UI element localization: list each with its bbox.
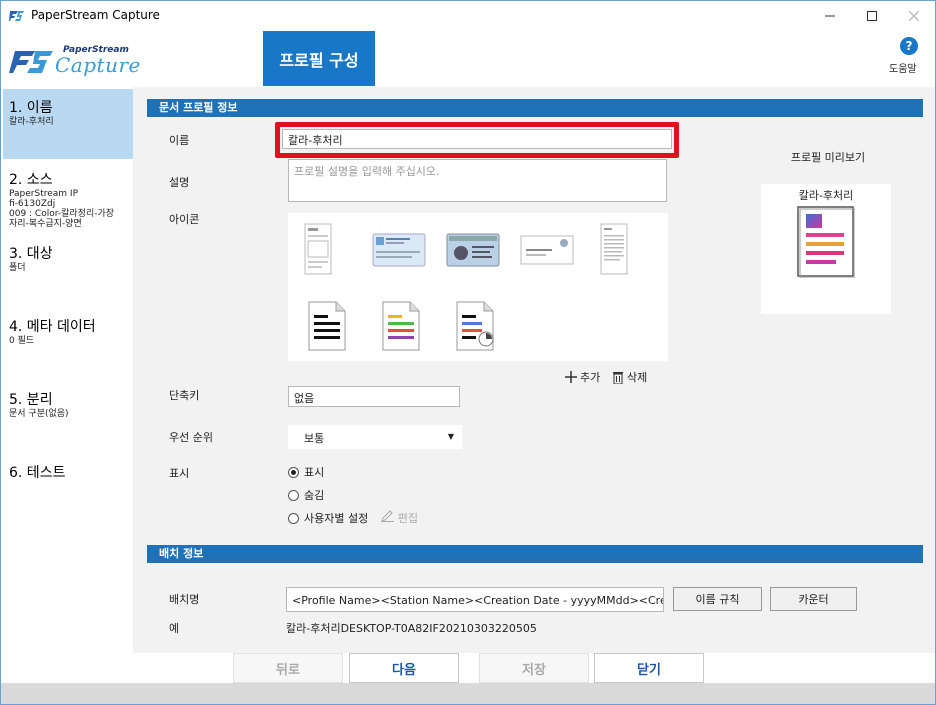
back-button[interactable]: 뒤로 bbox=[233, 653, 343, 683]
insurance-card-icon[interactable] bbox=[372, 233, 426, 267]
sidebar-item-name[interactable]: 1. 이름 칼라-후처리 bbox=[3, 89, 133, 159]
sidebar-item-source[interactable]: 2. 소스 PaperStream IP fi-6130Zdj 009 : Co… bbox=[3, 161, 133, 237]
sidebar-item-test[interactable]: 6. 테스트 bbox=[3, 454, 133, 490]
close-button[interactable]: 닫기 bbox=[594, 653, 704, 683]
sidebar-item-title: 4. 메타 데이터 bbox=[9, 319, 96, 335]
maximize-button[interactable] bbox=[849, 1, 895, 31]
priority-select[interactable]: 보통 ▼ bbox=[288, 425, 462, 449]
description-input[interactable]: 프로필 설명을 입력해 주십시오. bbox=[288, 159, 667, 202]
letter-doc-icon[interactable] bbox=[600, 223, 628, 275]
example-value: 칼라-후처리DESKTOP-T0A82IF20210303220505 bbox=[286, 622, 537, 635]
radio-show[interactable] bbox=[288, 466, 299, 478]
plus-icon bbox=[565, 371, 577, 383]
display-option-show[interactable]: 표시 bbox=[288, 464, 324, 480]
delete-label: 삭제 bbox=[627, 371, 648, 384]
title-bar: PaperStream Capture bbox=[1, 1, 935, 31]
save-button[interactable]: 저장 bbox=[479, 653, 589, 683]
auto-color-document-icon[interactable] bbox=[456, 301, 496, 351]
doc-profile-section-title: 문서 프로필 정보 bbox=[147, 99, 923, 117]
app-window: PaperStream Capture PaperStream Capture … bbox=[0, 0, 936, 705]
sidebar-item-title: 6. 테스트 bbox=[9, 465, 66, 481]
maximize-icon bbox=[867, 11, 877, 21]
app-logo-icon bbox=[9, 11, 24, 21]
sidebar-item-title: 1. 이름 bbox=[9, 100, 53, 116]
sidebar-item-separation[interactable]: 5. 분리 문서 구분(없음) bbox=[3, 381, 133, 427]
radio-hide[interactable] bbox=[288, 489, 299, 501]
sidebar-item-metadata[interactable]: 4. 메타 데이터 0 필드 bbox=[3, 308, 133, 354]
color-document-icon[interactable] bbox=[382, 301, 420, 351]
sidebar-item-sub: PaperStream IP fi-6130Zdj 009 : Color-칼라… bbox=[9, 189, 115, 229]
minimize-button[interactable] bbox=[807, 1, 853, 31]
id-card-icon[interactable] bbox=[446, 233, 500, 267]
close-icon bbox=[909, 11, 919, 21]
next-button[interactable]: 다음 bbox=[349, 653, 459, 683]
sidebar: 1. 이름 칼라-후처리 2. 소스 PaperStream IP fi-613… bbox=[1, 87, 133, 683]
name-label: 이름 bbox=[169, 134, 190, 147]
radio-label: 숨김 bbox=[304, 489, 325, 502]
invoice-doc-icon[interactable] bbox=[304, 223, 332, 275]
tab-profile-config[interactable]: 프로필 구성 bbox=[263, 31, 375, 86]
sidebar-item-destination[interactable]: 3. 대상 폴더 bbox=[3, 235, 133, 281]
radio-label: 사용자별 설정 bbox=[304, 512, 369, 525]
footer: 뒤로 다음 저장 닫기 bbox=[1, 653, 935, 683]
add-icon-button[interactable]: 추가 bbox=[565, 369, 600, 385]
icon-panel bbox=[288, 213, 668, 361]
close-window-button[interactable] bbox=[891, 1, 936, 31]
sidebar-item-title: 3. 대상 bbox=[9, 246, 53, 262]
paperstream-capture-logo: PaperStream Capture bbox=[9, 43, 154, 83]
pencil-icon bbox=[381, 510, 395, 522]
sidebar-item-title: 2. 소스 bbox=[9, 172, 53, 188]
radio-label: 표시 bbox=[304, 466, 325, 479]
preview-name: 칼라-후처리 bbox=[798, 189, 854, 202]
logo-text-bottom: Capture bbox=[55, 53, 141, 77]
shortcut-label: 단축키 bbox=[169, 389, 200, 402]
radio-per-user[interactable] bbox=[288, 512, 299, 524]
help-label: 도움말 bbox=[889, 64, 917, 75]
sidebar-item-sub: 0 필드 bbox=[9, 336, 35, 346]
business-card-icon[interactable] bbox=[520, 235, 574, 265]
profile-preview: 칼라-후처리 bbox=[761, 184, 891, 314]
display-option-per-user[interactable]: 사용자별 설정 편집 bbox=[288, 510, 418, 526]
delete-icon-button[interactable]: 삭제 bbox=[612, 369, 647, 385]
add-label: 추가 bbox=[580, 371, 601, 384]
priority-value: 보통 bbox=[304, 432, 325, 445]
status-bar bbox=[1, 683, 935, 704]
edit-button[interactable]: 편집 bbox=[381, 510, 418, 526]
preview-document-icon bbox=[797, 206, 855, 278]
icon-label: 아이콘 bbox=[169, 213, 200, 226]
main-panel: 문서 프로필 정보 이름 칼라-후처리 설명 프로필 설명을 입력해 주십시오.… bbox=[133, 87, 935, 653]
help-icon: ? bbox=[900, 37, 918, 55]
sidebar-item-title: 5. 분리 bbox=[9, 392, 53, 408]
shortcut-input[interactable]: 없음 bbox=[288, 386, 460, 407]
batch-name-label: 배치명 bbox=[169, 593, 200, 606]
description-label: 설명 bbox=[169, 176, 190, 189]
logo-mark-icon bbox=[9, 51, 53, 73]
example-label: 예 bbox=[169, 622, 180, 635]
window-title: PaperStream Capture bbox=[31, 8, 160, 22]
minimize-icon bbox=[825, 15, 835, 17]
header: PaperStream Capture 프로필 구성 ? 도움말 bbox=[1, 31, 935, 87]
name-input[interactable]: 칼라-후처리 bbox=[282, 129, 672, 149]
batch-section-title: 배치 정보 bbox=[147, 545, 923, 563]
display-label: 표시 bbox=[169, 467, 190, 480]
batch-name-input[interactable]: <Profile Name><Station Name><Creation Da… bbox=[286, 587, 664, 612]
chevron-down-icon: ▼ bbox=[447, 432, 454, 441]
counter-button[interactable]: 카운터 bbox=[770, 587, 857, 611]
bw-document-icon[interactable] bbox=[308, 301, 346, 351]
help-button[interactable]: ? 도움말 bbox=[889, 37, 929, 75]
sidebar-item-sub: 문서 구분(없음) bbox=[9, 409, 69, 419]
sidebar-item-sub: 폴더 bbox=[9, 263, 26, 273]
sidebar-item-sub: 칼라-후처리 bbox=[9, 117, 54, 127]
display-option-hide[interactable]: 숨김 bbox=[288, 487, 324, 503]
naming-rule-button[interactable]: 이름 규칙 bbox=[673, 587, 762, 611]
preview-title: 프로필 미리보기 bbox=[790, 151, 866, 164]
priority-label: 우선 순위 bbox=[169, 431, 213, 444]
trash-icon bbox=[613, 371, 623, 384]
edit-label: 편집 bbox=[397, 512, 418, 525]
